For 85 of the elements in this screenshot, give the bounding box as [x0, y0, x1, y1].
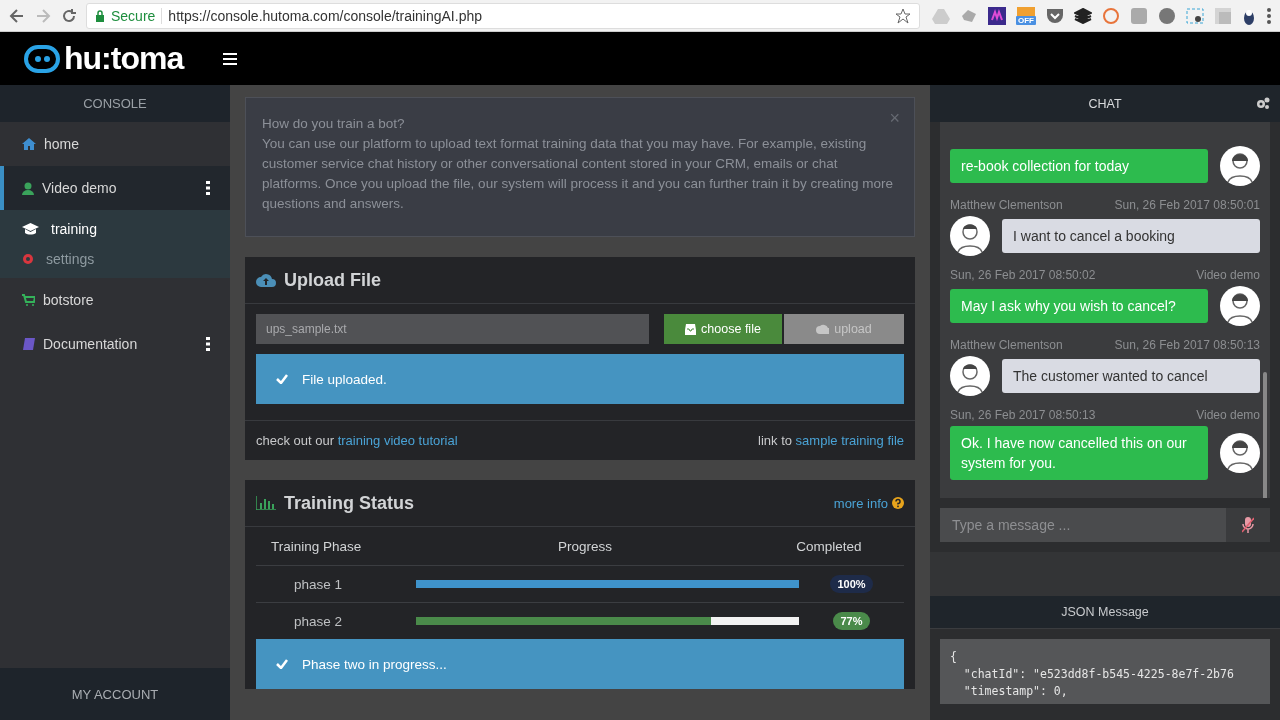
logo-text: hu:toma: [64, 40, 184, 77]
lock-icon: [95, 9, 105, 22]
phase-name: phase 1: [294, 576, 344, 592]
percent-badge: 100%: [830, 575, 873, 593]
graduation-cap-icon: [22, 223, 39, 235]
settings-icon[interactable]: [1256, 97, 1270, 109]
help-icon[interactable]: [892, 497, 904, 509]
pocket-icon[interactable]: [1046, 7, 1064, 24]
sidebar-subitem[interactable]: settings: [0, 244, 230, 274]
star-icon[interactable]: [895, 7, 911, 24]
sidebar-item[interactable]: botstore: [0, 278, 230, 322]
tutorial-link[interactable]: training video tutorial: [337, 433, 458, 448]
extension-badge[interactable]: OFF: [1016, 15, 1036, 25]
message-author: Video demo: [1196, 268, 1260, 282]
microphone-off-icon: [1242, 517, 1254, 533]
home-icon: [22, 138, 36, 150]
mute-microphone-button[interactable]: [1226, 508, 1270, 542]
choose-file-button[interactable]: choose file: [664, 314, 782, 344]
message-author: Video demo: [1196, 408, 1260, 422]
message-bubble: I want to cancel a booking: [1002, 219, 1260, 253]
alert-text: File uploaded.: [302, 371, 387, 387]
more-icon[interactable]: [1266, 6, 1272, 25]
more-info-link[interactable]: more info: [833, 495, 888, 511]
message-author: Matthew Clementson: [950, 338, 1063, 352]
avatar-icon: [950, 356, 990, 396]
card-title: Training Status: [284, 492, 416, 514]
column-header: Progress: [557, 538, 613, 554]
circle-icon[interactable]: [1102, 6, 1120, 25]
message-bubble: May I ask why you wish to cancel?: [950, 289, 1208, 323]
image-icon: [1017, 6, 1035, 16]
message-bubble: The customer wanted to cancel: [1002, 359, 1260, 393]
chat-title: CHAT: [1088, 96, 1122, 111]
secure-label: Secure: [111, 7, 163, 24]
info-text: You can use our platform to upload text format training data that you may have. For example, existing customer service chat history or other conversational content stored in your CRM, emails or chat platforms. Once you upload the file, our system will process it and you can further train it by creating more questions and answers.: [262, 135, 895, 213]
sample-text: link to sample training file: [758, 433, 904, 448]
file-name-field[interactable]: ups_sample.txt: [256, 314, 649, 344]
sidebar-item[interactable]: Video demo: [0, 166, 230, 210]
user-icon: [22, 181, 34, 195]
sidebar-subitem[interactable]: training: [0, 214, 230, 244]
column-header: Training Phase: [271, 538, 363, 554]
card-title: Upload File: [284, 269, 382, 291]
extension-icon[interactable]: [988, 6, 1006, 25]
code-line: "chatId": "e523dd8f-b545-4225-8e7f-2b76: [962, 666, 1235, 683]
info-title: How do you train a bot?: [262, 115, 405, 133]
message-time: Sun, 26 Feb 2017 08:50:13: [950, 408, 1096, 422]
cloud-upload-icon: [256, 273, 276, 287]
back-icon[interactable]: [8, 6, 26, 25]
cloud-upload-icon: [816, 324, 830, 334]
book-icon: [22, 337, 35, 351]
cart-icon: [22, 294, 35, 306]
alert-text: Phase two in progress...: [302, 656, 447, 672]
avatar-icon: [1220, 146, 1260, 186]
sidebar-heading: CONSOLE: [0, 85, 230, 122]
code-line: "timestamp": 0,: [962, 683, 1069, 700]
message-bubble: Ok. I have now cancelled this on our system for you.: [950, 426, 1208, 480]
message-time: Sun, 26 Feb 2017 08:50:02: [950, 268, 1096, 282]
bar-chart-icon: [256, 496, 276, 510]
message-bubble: re-book collection for today: [950, 149, 1208, 183]
percent-badge: 77%: [833, 612, 870, 630]
sample-file-link[interactable]: sample training file: [795, 433, 904, 448]
kebab-icon[interactable]: [206, 337, 210, 351]
phase-name: phase 2: [294, 613, 344, 629]
code-line: {: [950, 649, 958, 666]
column-header: Completed: [795, 538, 863, 554]
message-time: Sun, 26 Feb 2017 08:50:13: [1114, 338, 1260, 352]
check-icon: [276, 659, 288, 669]
reload-icon[interactable]: [60, 6, 78, 25]
kebab-icon[interactable]: [206, 181, 210, 195]
my-account-link[interactable]: MY ACCOUNT: [0, 668, 230, 720]
message-field[interactable]: Type a message ...: [940, 508, 1226, 542]
logo-icon: [24, 44, 60, 73]
sidebar-item[interactable]: Documentation: [0, 322, 230, 366]
inbox-icon: [685, 323, 697, 335]
avatar-icon: [1220, 286, 1260, 326]
message-time: Sun, 26 Feb 2017 08:50:01: [1114, 198, 1260, 212]
sidebar-item[interactable]: home: [0, 122, 230, 166]
json-panel-title: JSON Message: [930, 596, 1280, 629]
check-icon: [276, 374, 288, 384]
avatar-icon: [950, 216, 990, 256]
avatar-icon: [1220, 433, 1260, 473]
menu-icon[interactable]: [223, 52, 238, 65]
layers-icon[interactable]: [1074, 7, 1092, 24]
tutorial-text: check out our training video tutorial: [256, 433, 458, 448]
message-author: Matthew Clementson: [950, 198, 1063, 212]
url-text[interactable]: https://console.hutoma.com/console/trainingAI.php: [168, 7, 889, 24]
